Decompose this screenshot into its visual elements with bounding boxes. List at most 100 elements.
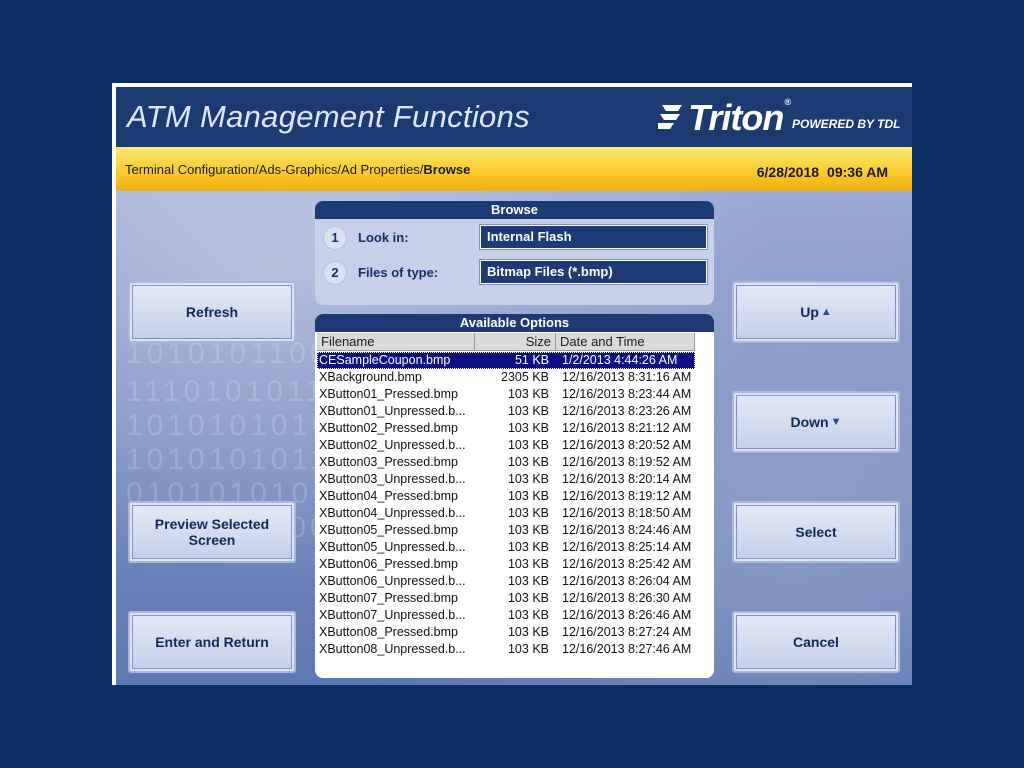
file-list-row[interactable]: XButton07_Pressed.bmp 103 KB 12/16/2013 8:… [317,590,695,607]
file-list-row[interactable]: XButton05_Pressed.bmp 103 KB 12/16/2013 8:… [317,522,695,539]
preview-selected-screen-button[interactable]: Preview Selected Screen [128,501,296,563]
file-list-row[interactable]: XButton06_Pressed.bmp 103 KB 12/16/2013 8:… [317,556,695,573]
file-size: 103 KB [507,489,549,503]
atm-screen-frame: 1010101100 1110101011 1010101010 1010101011… [112,83,912,685]
up-button-label: Up [800,304,819,320]
column-header-size[interactable]: Size [475,333,556,351]
select-button[interactable]: Select [732,501,900,563]
look-in-number: 1 [323,226,347,250]
look-in-field[interactable]: Internal Flash [479,224,708,250]
file-name: XButton04_Pressed.bmp [319,489,458,503]
file-date: 12/16/2013 8:24:46 AM [562,523,692,537]
file-list-row[interactable]: XButton01_Unpressed.b... 103 KB 12/16/2013… [317,403,695,420]
column-header-filename[interactable]: Filename [317,333,475,351]
logo-word-text: Triton [688,97,784,138]
refresh-button[interactable]: Refresh [128,281,296,343]
file-size: 103 KB [507,455,549,469]
look-in-row: 1 Look in: Internal Flash [323,224,708,251]
file-name: XBackground.bmp [319,370,422,384]
logo-registered: ® [784,97,791,107]
header-bar: ATM Management Functions Triton® POWERED… [116,87,912,147]
date-time: 6/28/2018 09:36 AM [757,164,888,180]
triangle-down-icon: ▼ [830,416,842,428]
breadcrumb-path: Terminal Configuration/Ads-Graphics/Ad P… [125,162,424,177]
available-options-title: Available Options [315,314,714,332]
down-button[interactable]: Down ▼ [732,391,900,453]
file-list-row[interactable]: XButton05_Unpressed.b... 103 KB 12/16/2013… [317,539,695,556]
file-date: 12/16/2013 8:27:24 AM [562,625,692,639]
watermark-line: 1010101010 [126,409,333,442]
breadcrumb-current: Browse [423,162,471,177]
breadcrumb-bar: Terminal Configuration/Ads-Graphics/Ad P… [116,147,912,191]
up-button[interactable]: Up ▲ [732,281,900,343]
file-name: XButton05_Pressed.bmp [319,523,458,537]
file-name: XButton07_Unpressed.b... [319,608,466,622]
file-date: 12/16/2013 8:25:42 AM [562,557,692,571]
enter-and-return-button[interactable]: Enter and Return [128,611,296,673]
logo-powered-by: POWERED BY TDL [792,117,901,131]
files-of-type-number: 2 [323,261,347,285]
files-of-type-row: 2 Files of type: Bitmap Files (*.bmp) [323,259,708,286]
status-time: 09:36 AM [827,164,888,180]
file-name: XButton06_Pressed.bmp [319,557,458,571]
column-header-date[interactable]: Date and Time [556,333,695,351]
file-list-row[interactable]: XButton08_Unpressed.b... 103 KB 12/16/2013… [317,641,695,658]
atm-screen: 1010101100 1110101011 1010101010 1010101011… [116,87,912,685]
file-date: 12/16/2013 8:23:44 AM [562,387,692,401]
cancel-button-label: Cancel [793,634,839,650]
file-size: 103 KB [507,421,549,435]
file-list-row[interactable]: XButton04_Unpressed.b... 103 KB 12/16/2013… [317,505,695,522]
file-name: XButton06_Unpressed.b... [319,574,466,588]
file-list-row[interactable]: XButton02_Pressed.bmp 103 KB 12/16/2013 8:… [317,420,695,437]
file-size: 103 KB [507,523,549,537]
file-name: XButton03_Pressed.bmp [319,455,458,469]
file-size: 51 KB [514,353,549,367]
file-name: XButton02_Pressed.bmp [319,421,458,435]
file-name: XButton01_Pressed.bmp [319,387,458,401]
file-size: 103 KB [507,557,549,571]
available-options-panel: Available Options Filename Size Date and… [315,314,714,678]
file-date: 12/16/2013 8:18:50 AM [562,506,692,520]
file-name: XButton08_Pressed.bmp [319,625,458,639]
watermark-line: 1010101011 [126,443,331,476]
files-of-type-field[interactable]: Bitmap Files (*.bmp) [479,259,708,285]
preview-button-label: Preview Selected Screen [154,516,270,548]
file-size: 103 KB [507,574,549,588]
file-size: 103 KB [507,591,549,605]
status-date: 6/28/2018 [756,164,820,180]
watermark-line: 1110101011 [126,375,327,408]
file-list[interactable]: CESampleCoupon.bmp 51 KB 1/2/2013 4:44:26 … [317,352,695,658]
file-list-row[interactable]: XButton07_Unpressed.b... 103 KB 12/16/2013… [317,607,695,624]
cancel-button[interactable]: Cancel [732,611,900,673]
file-name: XButton04_Unpressed.b... [319,506,466,520]
file-name: XButton07_Pressed.bmp [319,591,458,605]
file-name: CESampleCoupon.bmp [319,353,451,367]
file-date: 12/16/2013 8:21:12 AM [562,421,692,435]
file-size: 103 KB [507,472,549,486]
file-list-row[interactable]: XButton02_Unpressed.b... 103 KB 12/16/2013… [317,437,695,454]
file-size: 2305 KB [501,370,549,384]
triton-logo-icon [658,105,682,129]
file-size: 103 KB [507,540,549,554]
file-list-row[interactable]: XButton03_Pressed.bmp 103 KB 12/16/2013 8:… [317,454,695,471]
file-date: 12/16/2013 8:27:46 AM [562,642,692,656]
file-date: 12/16/2013 8:19:52 AM [562,455,692,469]
file-date: 12/16/2013 8:31:16 AM [562,370,692,384]
file-list-row[interactable]: XButton01_Pressed.bmp 103 KB 12/16/2013 8:… [317,386,695,403]
file-name: XButton08_Unpressed.b... [319,642,466,656]
enter-return-button-label: Enter and Return [155,634,269,650]
file-list-row[interactable]: XButton08_Pressed.bmp 103 KB 12/16/2013 8:… [317,624,695,641]
file-date: 12/16/2013 8:26:30 AM [562,591,692,605]
file-size: 103 KB [507,642,549,656]
file-list-row[interactable]: CESampleCoupon.bmp 51 KB 1/2/2013 4:44:26 … [317,352,695,369]
browse-panel-title: Browse [315,201,714,219]
file-list-row[interactable]: XBackground.bmp 2305 KB 12/16/2013 8:31:16… [317,369,695,386]
file-size: 103 KB [507,387,549,401]
file-list-row[interactable]: XButton03_Unpressed.b... 103 KB 12/16/2013… [317,471,695,488]
file-date: 12/16/2013 8:25:14 AM [562,540,692,554]
file-date: 1/2/2013 4:44:26 AM [562,353,678,367]
down-button-label: Down [790,414,829,430]
file-list-row[interactable]: XButton04_Pressed.bmp 103 KB 12/16/2013 8:… [317,488,695,505]
file-size: 103 KB [507,404,549,418]
file-list-row[interactable]: XButton06_Unpressed.b... 103 KB 12/16/2013… [317,573,695,590]
